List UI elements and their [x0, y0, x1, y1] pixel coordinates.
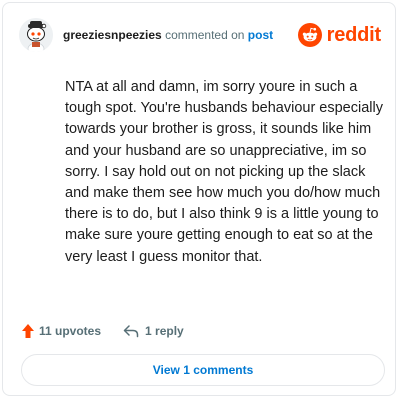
reply-button[interactable]: 1 reply: [123, 324, 184, 338]
upvote-count: 11 upvotes: [39, 324, 102, 338]
reddit-brand[interactable]: reddit: [297, 22, 382, 48]
post-link[interactable]: post: [248, 28, 273, 42]
username[interactable]: greeziesnpeezies: [63, 28, 162, 42]
upvote-arrow-icon: [22, 324, 34, 338]
comment-meta: greeziesnpeezies commented on post: [63, 28, 273, 42]
upvote-button[interactable]: 11 upvotes: [21, 323, 101, 339]
reddit-wordmark: reddit: [326, 23, 382, 46]
reply-count: 1 reply: [145, 324, 184, 338]
avatar[interactable]: [19, 18, 53, 52]
view-comments-button[interactable]: View 1 comments: [21, 354, 385, 386]
comment-actions: 11 upvotes 1 reply: [21, 321, 184, 341]
comment-header: greeziesnpeezies commented on post reddi…: [19, 18, 381, 54]
reddit-logo-icon: [297, 23, 322, 47]
commented-on-text: commented on: [165, 28, 245, 42]
reply-arrow-icon: [123, 325, 139, 338]
comment-card: greeziesnpeezies commented on post reddi…: [2, 2, 396, 396]
comment-text: NTA at all and damn, im sorry youre in s…: [65, 79, 383, 265]
snoo-avatar-icon: [19, 18, 53, 52]
